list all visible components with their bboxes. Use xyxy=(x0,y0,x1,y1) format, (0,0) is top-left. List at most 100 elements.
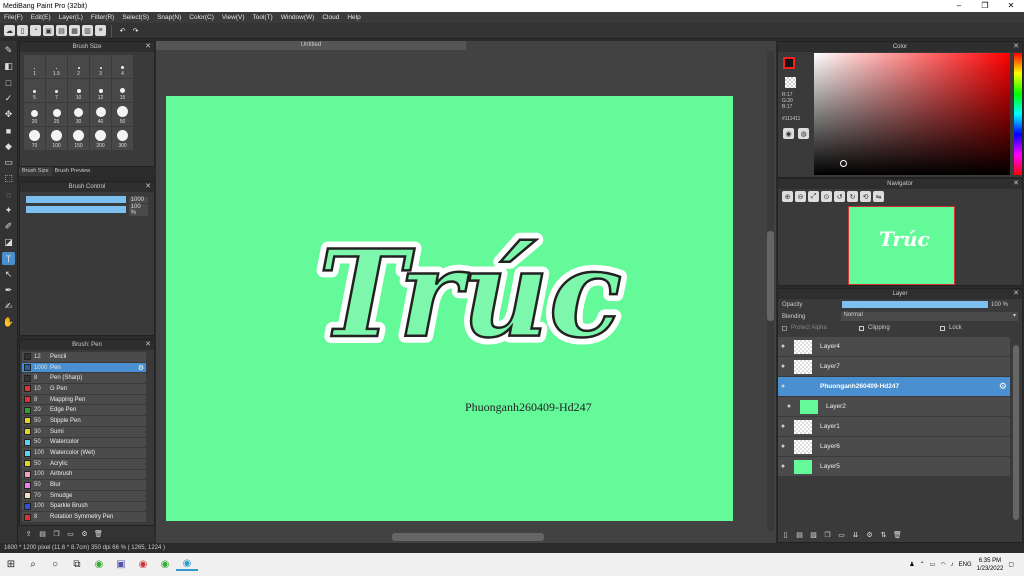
new-8bit-layer-icon[interactable]: ▧ xyxy=(808,529,819,540)
pen-tool-icon[interactable]: ✍ xyxy=(2,300,15,313)
lock-checkbox[interactable] xyxy=(940,325,945,331)
save-icon[interactable]: ▣ xyxy=(43,25,54,36)
layer-row[interactable]: ● Layer7 xyxy=(778,357,1010,377)
protect-alpha-checkbox[interactable] xyxy=(782,325,787,331)
tab-brush-preview[interactable]: Brush Preview xyxy=(51,167,94,176)
zoom-actual-icon[interactable]: ⊙ xyxy=(821,191,832,202)
brush-size-cell[interactable]: 150 xyxy=(68,127,89,150)
layer-settings-icon[interactable]: ⚙ xyxy=(864,529,875,540)
menu-item[interactable]: Filter(R) xyxy=(87,14,118,21)
layer-move-icon[interactable]: ⇅ xyxy=(878,529,889,540)
clock[interactable]: 6:35 PM 1/23/2022 xyxy=(977,557,1004,573)
dot-tool-icon[interactable]: □ xyxy=(2,76,15,89)
brush-size-cell[interactable]: 40 xyxy=(90,103,111,126)
drawing-canvas[interactable]: Trúc Trúc Phuonganh260409-Hd247 xyxy=(166,96,733,521)
brush-size-cell[interactable]: 7 xyxy=(46,79,67,102)
undo-icon[interactable]: ↶ xyxy=(117,25,128,36)
panel-close-icon[interactable]: ✕ xyxy=(145,182,151,192)
brush-opacity-value[interactable]: 100 % xyxy=(128,203,148,216)
layer-visibility-icon[interactable]: ● xyxy=(778,463,788,470)
layout-icon[interactable]: ▥ xyxy=(82,25,93,36)
select-eraser-icon[interactable]: ◪ xyxy=(2,236,15,249)
brush-size-cell[interactable]: 10 xyxy=(68,79,89,102)
move-tool-icon[interactable]: ✥ xyxy=(2,108,15,121)
brush-settings-icon[interactable]: ⚙ xyxy=(138,364,144,372)
layer-visibility-icon[interactable]: ● xyxy=(778,383,788,390)
menu-item[interactable]: Cloud xyxy=(318,14,343,21)
layer-folder-icon[interactable]: ▭ xyxy=(836,529,847,540)
people-icon[interactable]: ♟ xyxy=(909,561,914,568)
delete-layer-icon[interactable]: 🗑 xyxy=(892,529,903,540)
rotate-right-icon[interactable]: ↻ xyxy=(847,191,858,202)
minimize-icon[interactable]: – xyxy=(946,0,972,12)
brush-list-item[interactable]: 50 Watercolor xyxy=(22,437,146,449)
brush-size-slider[interactable]: 1000 xyxy=(26,196,148,203)
search-icon[interactable]: ⌕ xyxy=(22,559,44,570)
menu-item[interactable]: Tool(T) xyxy=(249,14,277,21)
brush-size-cell[interactable]: 4 xyxy=(112,55,133,78)
brush-size-cell[interactable]: 2 xyxy=(68,55,89,78)
panel-close-icon[interactable]: ✕ xyxy=(1013,289,1019,299)
reset-rotate-icon[interactable]: ⟲ xyxy=(860,191,871,202)
new-file-icon[interactable]: ▯ xyxy=(17,25,28,36)
task-view-icon[interactable]: ⧉ xyxy=(66,559,88,570)
merge-down-icon[interactable]: ⇊ xyxy=(850,529,861,540)
app-icon-1[interactable]: ◉ xyxy=(88,559,110,570)
brush-list-item[interactable]: 70 Smudge xyxy=(22,490,146,502)
brush-list-item[interactable]: 30 Sumi xyxy=(22,426,146,438)
zoom-in-icon[interactable]: ⊕ xyxy=(782,191,793,202)
text-tool-icon[interactable]: T xyxy=(2,252,15,265)
lasso-tool-icon[interactable]: ◌ xyxy=(2,188,15,201)
close-icon[interactable]: ✕ xyxy=(998,0,1024,12)
eyedropper-icon[interactable]: ✒ xyxy=(2,284,15,297)
brush-list-item[interactable]: 10 G Pen xyxy=(22,384,146,395)
magic-wand-icon[interactable]: ✦ xyxy=(2,204,15,217)
teams-icon[interactable]: ▣ xyxy=(110,559,132,570)
foreground-swatch[interactable] xyxy=(783,57,795,69)
operation-tool-icon[interactable]: ↖ xyxy=(2,268,15,281)
select-pen-icon[interactable]: ✐ xyxy=(2,220,15,233)
brush-size-cell[interactable]: 12 xyxy=(90,79,111,102)
notification-icon[interactable]: ▢ xyxy=(1008,561,1014,568)
brush-list-item[interactable]: 1000 Pen ⚙ xyxy=(22,362,146,374)
brush-size-cell[interactable]: 30 xyxy=(68,103,89,126)
medibang-taskbar-icon[interactable]: ◉ xyxy=(176,558,198,571)
brush-size-cell[interactable]: 200 xyxy=(90,127,111,150)
brush-list-item[interactable]: 50 Blur xyxy=(22,480,146,491)
layer-row[interactable]: ● Layer5 xyxy=(778,457,1010,477)
brush-size-cell[interactable]: 1 xyxy=(24,55,45,78)
layer-row[interactable]: ● Layer4 xyxy=(778,337,1010,357)
tab-brush-size[interactable]: Brush Size xyxy=(19,167,52,176)
palette-icon[interactable]: ◉ xyxy=(783,128,794,139)
brush-list-item[interactable]: 20 Edge Pen xyxy=(22,405,146,417)
windows-start-icon[interactable]: ⊞ xyxy=(0,559,22,570)
menu-item[interactable]: View(V) xyxy=(218,14,249,21)
brush-size-cell[interactable]: 1.5 xyxy=(46,55,67,78)
layer-visibility-icon[interactable]: ● xyxy=(778,363,788,370)
panel-close-icon[interactable]: ✕ xyxy=(145,42,151,52)
chrome-icon[interactable]: ◉ xyxy=(132,559,154,570)
layer-visibility-icon[interactable]: ● xyxy=(778,423,788,430)
bucket-tool-icon[interactable]: ◆ xyxy=(2,140,15,153)
cloud-icon[interactable]: ☁ xyxy=(4,25,15,36)
select-tool-icon[interactable]: ⬚ xyxy=(2,172,15,185)
brush-size-cell[interactable]: 100 xyxy=(46,127,67,150)
menu-icon[interactable]: ≡ xyxy=(95,25,106,36)
rotate-left-icon[interactable]: ↺ xyxy=(834,191,845,202)
layer-visibility-icon[interactable]: ● xyxy=(778,343,788,350)
eraser-tool-icon[interactable]: ◧ xyxy=(2,60,15,73)
volume-icon[interactable]: ♪ xyxy=(951,562,954,568)
open-icon[interactable]: ◔ xyxy=(30,25,41,36)
layer-row[interactable]: ● Layer6 xyxy=(778,437,1010,457)
brush-size-cell[interactable]: 3 xyxy=(90,55,111,78)
color-settings-icon[interactable]: ◍ xyxy=(798,128,809,139)
export-icon[interactable]: ▤ xyxy=(56,25,67,36)
menu-item[interactable]: Snap(N) xyxy=(153,14,185,21)
chevron-up-icon[interactable]: ⌃ xyxy=(920,561,925,568)
brush-tool-icon[interactable]: ✎ xyxy=(2,44,15,57)
document-tab[interactable]: Untitled xyxy=(156,41,466,50)
layer-visibility-icon[interactable]: ● xyxy=(778,443,788,450)
layer-row[interactable]: ● Layer1 xyxy=(778,417,1010,437)
brush-size-cell[interactable]: 5 xyxy=(24,79,45,102)
brush-list-item[interactable]: 8 Pen (Sharp) xyxy=(22,373,146,385)
